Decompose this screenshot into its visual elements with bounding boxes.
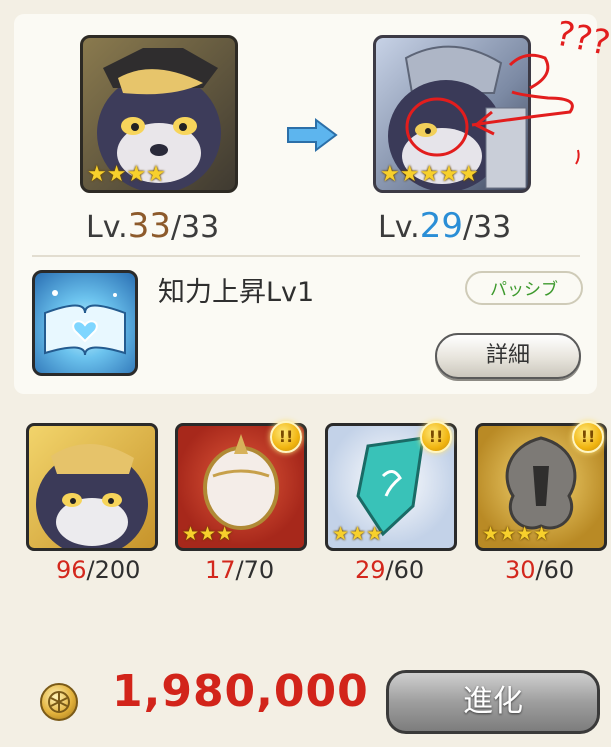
skill-name: 知力上昇Lv1 bbox=[158, 277, 315, 308]
wolf-material-icon bbox=[36, 443, 148, 548]
have-count: 29 bbox=[355, 556, 386, 584]
alert-icon: !! bbox=[270, 421, 302, 453]
level-current: 33 bbox=[127, 206, 171, 246]
after-level: Lv.29/33 bbox=[378, 206, 511, 246]
level-max: /33 bbox=[462, 210, 512, 245]
alert-icon: !! bbox=[420, 421, 452, 453]
coin-icon bbox=[40, 683, 78, 721]
right-arrow-icon bbox=[287, 118, 338, 152]
level-prefix: Lv. bbox=[86, 210, 128, 245]
material-slot-wolf[interactable] bbox=[26, 423, 158, 551]
coin-mark-icon bbox=[48, 691, 70, 713]
skill-icon bbox=[32, 270, 138, 376]
after-unit-portrait[interactable]: ★★★★★ bbox=[373, 35, 531, 193]
level-prefix: Lv. bbox=[378, 210, 420, 245]
material-count: 96/200 bbox=[56, 556, 140, 584]
section-divider bbox=[32, 255, 580, 257]
cost-amount: 1,980,000 bbox=[112, 666, 369, 717]
material-count: 30/60 bbox=[505, 556, 574, 584]
before-level: Lv.33/33 bbox=[86, 206, 219, 246]
book-heart-icon bbox=[44, 290, 126, 356]
rarity-stars: ★★★★ bbox=[482, 523, 551, 545]
detail-button[interactable]: 詳細 bbox=[435, 333, 581, 379]
have-count: 17 bbox=[205, 556, 236, 584]
rarity-stars: ★★★★ bbox=[87, 162, 166, 187]
before-unit-portrait[interactable]: ★★★★ bbox=[80, 35, 238, 193]
rarity-stars: ★★★ bbox=[182, 523, 234, 545]
have-count: 30 bbox=[505, 556, 536, 584]
have-count: 96 bbox=[56, 556, 87, 584]
passive-badge: パッシブ bbox=[465, 271, 583, 305]
rarity-stars: ★★★ bbox=[332, 523, 384, 545]
rarity-stars: ★★★★★ bbox=[380, 162, 479, 187]
need-count: /60 bbox=[535, 556, 575, 584]
level-max: /33 bbox=[170, 210, 220, 245]
evolve-button[interactable]: 進化 bbox=[386, 670, 600, 734]
material-count: 17/70 bbox=[205, 556, 274, 584]
material-count: 29/60 bbox=[355, 556, 424, 584]
need-count: /60 bbox=[385, 556, 425, 584]
need-count: /200 bbox=[86, 556, 141, 584]
alert-icon: !! bbox=[572, 421, 604, 453]
level-current: 29 bbox=[419, 206, 463, 246]
need-count: /70 bbox=[235, 556, 275, 584]
